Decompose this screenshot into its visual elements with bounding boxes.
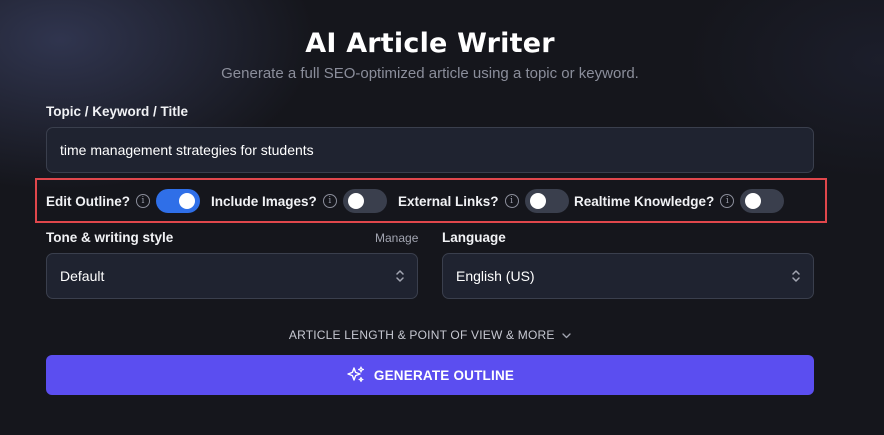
language-select[interactable]: English (US) [442,253,814,299]
sparkles-icon [347,366,364,383]
toggle-knob [347,193,364,209]
language-label: Language [442,230,506,245]
include-images-toggle[interactable] [342,189,387,213]
more-options-toggle[interactable]: ARTICLE LENGTH & POINT OF VIEW & MORE [46,328,814,342]
toggle-knob [529,193,546,209]
topic-input[interactable]: time management strategies for students [46,127,814,173]
edit-outline-toggle[interactable] [156,189,200,213]
generate-button-label: GENERATE OUTLINE [373,367,515,383]
realtime-knowledge-label: Realtime Knowledge? [574,193,715,209]
option-realtime-knowledge: Realtime Knowledge? i [574,188,785,214]
chevron-up-down-icon [792,270,800,282]
external-links-toggle[interactable] [524,189,569,213]
info-icon[interactable]: i [322,194,337,208]
info-icon[interactable]: i [136,194,150,208]
chevron-up-down-icon [396,270,404,282]
chevron-down-icon [562,333,571,339]
option-external-links: External Links? i [398,188,569,214]
generate-outline-button[interactable]: GENERATE OUTLINE [46,355,814,395]
topic-label: Topic / Keyword / Title [46,104,189,119]
info-icon[interactable]: i [720,194,735,208]
option-include-images: Include Images? i [211,188,387,214]
tone-select-value: Default [60,268,105,284]
external-links-label: External Links? [398,193,499,209]
info-icon[interactable]: i [504,194,519,208]
page-title: AI Article Writer [305,28,555,59]
toggle-knob [745,193,762,209]
edit-outline-label: Edit Outline? [46,193,130,209]
tone-label: Tone & writing style [46,230,174,245]
option-edit-outline: Edit Outline? i [46,188,200,214]
realtime-knowledge-toggle[interactable] [740,189,785,213]
toggle-knob [179,193,195,209]
more-options-label: ARTICLE LENGTH & POINT OF VIEW & MORE [288,328,555,342]
page-subtitle: Generate a full SEO-optimized article us… [221,65,639,82]
tone-select[interactable]: Default [46,253,418,299]
manage-tones-link[interactable]: Manage [375,231,418,245]
topic-input-value: time management strategies for students [60,142,314,158]
include-images-label: Include Images? [211,193,317,209]
language-select-value: English (US) [456,268,535,284]
